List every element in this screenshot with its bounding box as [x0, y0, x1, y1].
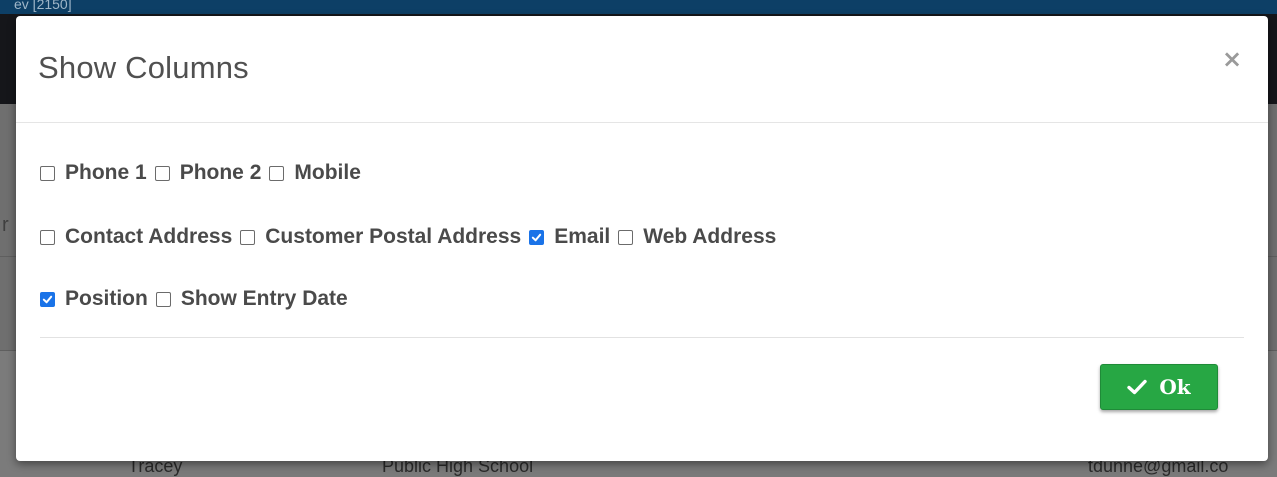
checkmark-icon: [532, 233, 542, 241]
customer-postal-address-label: Customer Postal Address: [265, 225, 522, 248]
checkmark-icon: [42, 295, 53, 303]
background-topbar-text: ev [2150]: [14, 0, 72, 12]
column-options-row-1: Phone 1 Phone 2 Mobile: [40, 156, 369, 190]
phone-2-checkbox[interactable]: [154, 165, 170, 181]
show-entry-date-checkbox[interactable]: [155, 291, 171, 307]
option-contact-address[interactable]: Contact Address: [40, 225, 232, 249]
ok-button[interactable]: Ok: [1100, 364, 1218, 410]
ok-button-label: Ok: [1159, 375, 1191, 399]
web-address-checkbox[interactable]: [618, 229, 634, 245]
option-show-entry-date[interactable]: Show Entry Date: [155, 287, 348, 311]
close-icon[interactable]: ×: [1220, 45, 1244, 73]
background-topbar: ev [2150]: [0, 0, 1277, 14]
phone-1-label: Phone 1: [65, 161, 147, 184]
checkmark-icon: [1127, 379, 1148, 395]
email-checkbox[interactable]: [529, 229, 545, 245]
background-text-fragment: r: [2, 214, 9, 236]
contact-address-checkbox[interactable]: [40, 229, 55, 245]
mobile-checkbox[interactable]: [269, 165, 285, 181]
column-options-row-3: Position Show Entry Date: [40, 282, 356, 316]
column-options-row-2: Contact Address Customer Postal Address …: [40, 220, 784, 254]
web-address-label: Web Address: [643, 225, 777, 248]
position-label: Position: [65, 287, 148, 310]
mobile-label: Mobile: [294, 161, 361, 184]
option-mobile[interactable]: Mobile: [269, 161, 361, 185]
email-label: Email: [554, 225, 611, 248]
contact-address-label: Contact Address: [65, 225, 233, 248]
option-customer-postal-address[interactable]: Customer Postal Address: [240, 225, 521, 249]
modal-footer-divider: [40, 337, 1244, 338]
option-position[interactable]: Position: [40, 287, 148, 311]
option-web-address[interactable]: Web Address: [618, 225, 776, 249]
show-entry-date-label: Show Entry Date: [180, 287, 348, 310]
option-email[interactable]: Email: [529, 225, 610, 249]
show-columns-modal: Show Columns × Phone 1 Phone 2 Mobile Co…: [16, 16, 1268, 461]
position-checkbox[interactable]: [40, 291, 55, 307]
modal-title: Show Columns: [38, 50, 249, 85]
phone-2-label: Phone 2: [179, 161, 262, 184]
modal-header: Show Columns ×: [16, 16, 1268, 123]
phone-1-checkbox[interactable]: [40, 165, 55, 181]
option-phone-1[interactable]: Phone 1: [40, 161, 147, 185]
option-phone-2[interactable]: Phone 2: [154, 161, 262, 185]
customer-postal-address-checkbox[interactable]: [240, 229, 256, 245]
